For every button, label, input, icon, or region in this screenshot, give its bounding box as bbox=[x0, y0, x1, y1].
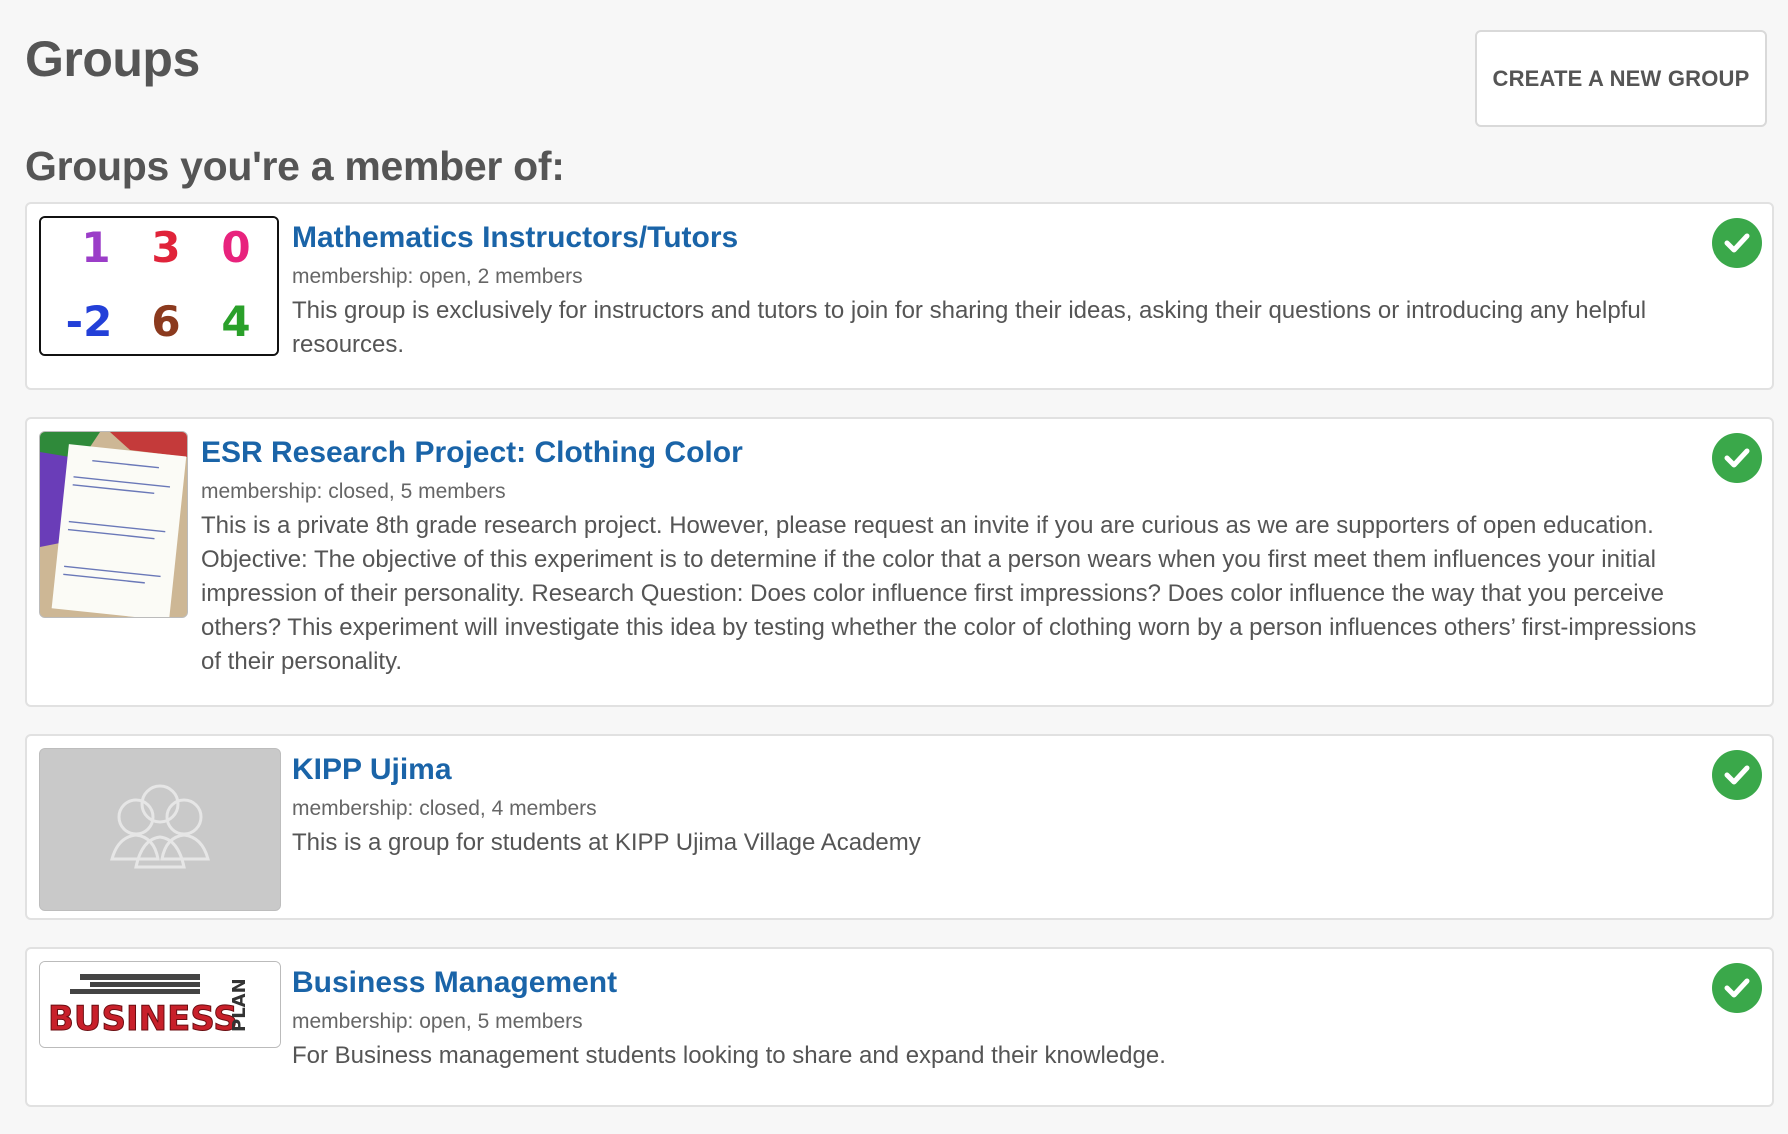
survey-paper-image bbox=[40, 432, 187, 617]
create-group-button[interactable]: CREATE A NEW GROUP bbox=[1475, 30, 1767, 127]
check-circle-icon bbox=[1712, 963, 1762, 1013]
group-title-link[interactable]: KIPP Ujima bbox=[292, 753, 452, 787]
check-circle-icon bbox=[1712, 218, 1762, 268]
plan-word: PLAN bbox=[229, 978, 250, 1032]
group-description: This group is exclusively for instructor… bbox=[292, 297, 1647, 358]
thumb-number: 1 bbox=[81, 223, 110, 272]
group-description: This is a group for students at KIPP Uji… bbox=[292, 829, 921, 856]
group-thumbnail[interactable] bbox=[39, 748, 281, 911]
check-circle-icon bbox=[1712, 750, 1762, 800]
section-title: Groups you're a member of: bbox=[25, 143, 565, 189]
group-membership-info: membership: open, 5 members bbox=[292, 1010, 583, 1033]
group-card: 1 3 0 -2 6 4 Mathematics Instructors/Tut… bbox=[25, 202, 1774, 390]
thumb-number: 6 bbox=[151, 297, 180, 346]
math-numbers-image: 1 3 0 -2 6 4 bbox=[41, 218, 277, 354]
group-card: ESR Research Project: Clothing Color mem… bbox=[25, 417, 1774, 707]
group-list: 1 3 0 -2 6 4 Mathematics Instructors/Tut… bbox=[25, 202, 1774, 1134]
business-word: BUSINESS bbox=[48, 999, 238, 1039]
group-card: BUSINESS PLAN Business Management member… bbox=[25, 947, 1774, 1107]
group-description: This is a private 8th grade research pro… bbox=[201, 512, 1697, 675]
group-description: For Business management students looking… bbox=[292, 1042, 1166, 1069]
group-thumbnail[interactable]: BUSINESS PLAN bbox=[39, 961, 281, 1048]
thumb-number: -2 bbox=[66, 297, 113, 346]
business-plan-image: BUSINESS PLAN bbox=[40, 962, 280, 1047]
group-membership-info: membership: closed, 4 members bbox=[292, 797, 597, 820]
group-membership-info: membership: open, 2 members bbox=[292, 265, 583, 288]
group-people-icon bbox=[40, 749, 280, 910]
group-thumbnail[interactable]: 1 3 0 -2 6 4 bbox=[39, 216, 279, 356]
thumb-number: 0 bbox=[221, 223, 250, 272]
group-membership-info: membership: closed, 5 members bbox=[201, 480, 506, 503]
thumb-number: 4 bbox=[221, 297, 250, 346]
group-title-link[interactable]: ESR Research Project: Clothing Color bbox=[201, 436, 743, 470]
group-title-link[interactable]: Business Management bbox=[292, 966, 617, 1000]
page-title: Groups bbox=[25, 31, 200, 87]
group-title-link[interactable]: Mathematics Instructors/Tutors bbox=[292, 221, 738, 255]
group-thumbnail[interactable] bbox=[39, 431, 188, 618]
thumb-number: 3 bbox=[151, 223, 180, 272]
group-card: KIPP Ujima membership: closed, 4 members… bbox=[25, 734, 1774, 920]
check-circle-icon bbox=[1712, 433, 1762, 483]
